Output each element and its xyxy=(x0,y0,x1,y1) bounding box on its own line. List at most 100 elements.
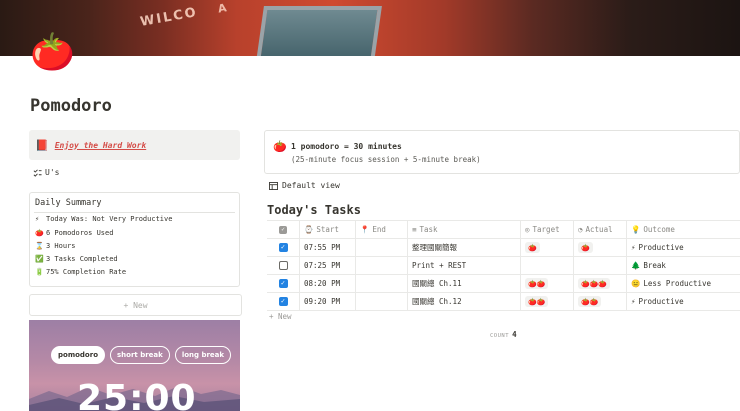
count-label: COUNT xyxy=(490,333,510,339)
actual-badge: 🍅 xyxy=(578,242,593,253)
start-time: 07:55 PM xyxy=(304,243,341,252)
actual-badge: 🍅🍅🍅 xyxy=(578,278,611,289)
target-cell[interactable] xyxy=(520,257,573,274)
actual-cell[interactable] xyxy=(573,257,626,274)
actual-cell[interactable]: 🍅🍅🍅 xyxy=(573,275,626,292)
actual-cell[interactable]: 🍅🍅 xyxy=(573,293,626,310)
target-cell[interactable]: 🍅🍅 xyxy=(520,275,573,292)
task-name: Print + REST xyxy=(412,261,467,270)
view-label: Default view xyxy=(282,181,340,190)
lightning-icon: ⚡ xyxy=(631,297,636,306)
task-cell[interactable]: 國關總 Ch.12 xyxy=(407,293,520,310)
end-cell[interactable] xyxy=(355,293,407,310)
table-row[interactable]: ✓ 09:20 PM 國關總 Ch.12 🍅🍅 🍅🍅 ⚡ Productive xyxy=(267,293,740,311)
us-link-label: U's xyxy=(45,168,60,177)
cover-screen xyxy=(256,6,382,56)
start-time: 07:25 PM xyxy=(304,261,341,270)
hourglass-icon: ⌛ xyxy=(35,242,44,250)
outcome-cell[interactable]: 😑 Less Productive xyxy=(626,275,740,292)
summary-text: 3 Hours xyxy=(46,242,76,250)
target-cell[interactable]: 🍅 xyxy=(520,239,573,256)
target-badge: 🍅 xyxy=(525,242,540,253)
tomato-icon: 🍅 xyxy=(35,229,44,237)
start-cell[interactable]: 09:20 PM xyxy=(299,293,355,310)
start-cell[interactable]: 07:25 PM xyxy=(299,257,355,274)
done-cell[interactable]: ✓ xyxy=(267,293,299,310)
start-time: 09:20 PM xyxy=(304,297,341,306)
summary-text: Today Was: Not Very Productive xyxy=(46,215,173,223)
view-tab-default[interactable]: Default view xyxy=(269,181,340,190)
summary-line: ✅ 3 Tasks Completed xyxy=(35,255,118,263)
page-title: Pomodoro xyxy=(30,96,112,116)
table-row[interactable]: ✓ 08:20 PM 國關總 Ch.11 🍅🍅 🍅🍅🍅 😑 Less Productive xyxy=(267,275,740,293)
start-cell[interactable]: 08:20 PM xyxy=(299,275,355,292)
timer-display: 25:00 xyxy=(77,378,197,411)
header-outcome[interactable]: 💡 Outcome xyxy=(626,221,740,238)
header-end[interactable]: 📍 End xyxy=(355,221,407,238)
summary-line: 🔋 75% Completion Rate xyxy=(35,268,126,276)
daily-summary-card[interactable]: Daily Summary ⚡ Today Was: Not Very Produ… xyxy=(29,192,240,287)
start-time: 08:20 PM xyxy=(304,279,341,288)
outcome-label: Productive xyxy=(638,297,684,306)
header-actual[interactable]: ◔ Actual xyxy=(573,221,626,238)
header-target[interactable]: ◎ Target xyxy=(520,221,573,238)
us-link[interactable]: U's xyxy=(33,168,59,177)
actual-cell[interactable]: 🍅 xyxy=(573,239,626,256)
checkmark-box-icon: ✅ xyxy=(35,255,44,263)
task-cell[interactable]: 國關總 Ch.11 xyxy=(407,275,520,292)
outcome-cell[interactable]: 🌲 Break xyxy=(626,257,740,274)
done-cell[interactable]: ✓ xyxy=(267,239,299,256)
end-cell[interactable] xyxy=(355,275,407,292)
done-checkbox[interactable]: ✓ xyxy=(278,297,288,306)
add-row-button[interactable]: + New xyxy=(269,312,292,321)
done-checkbox[interactable]: ✓ xyxy=(278,243,288,252)
done-checkbox[interactable]: ✓ xyxy=(278,279,288,288)
target-cell[interactable]: 🍅🍅 xyxy=(520,293,573,310)
done-checkbox[interactable] xyxy=(278,261,288,270)
end-cell[interactable] xyxy=(355,239,407,256)
start-cell[interactable]: 07:55 PM xyxy=(299,239,355,256)
header-task[interactable]: ≡ Task xyxy=(407,221,520,238)
callout-line-2: (25-minute focus session + 5-minute brea… xyxy=(291,155,481,164)
timer-mode-tabs: pomodoro short break long break xyxy=(51,346,232,364)
outcome-label: Break xyxy=(643,261,666,270)
table-icon xyxy=(269,181,278,190)
checkbox-header-icon: ✓ xyxy=(279,225,287,234)
task-cell[interactable]: Print + REST xyxy=(407,257,520,274)
summary-line: ⚡ Today Was: Not Very Productive xyxy=(35,215,172,223)
tab-short-break[interactable]: short break xyxy=(110,346,170,364)
callout-block: 🍅 1 pomodoro = 30 minutes (25-minute foc… xyxy=(264,130,740,174)
summary-text: 6 Pomodoros Used xyxy=(46,229,114,237)
tomato-icon[interactable]: 🍅 xyxy=(30,32,75,74)
quote-text: Enjoy the Hard Work xyxy=(54,140,147,150)
divider xyxy=(34,212,235,213)
tasks-title: Today's Tasks xyxy=(267,203,361,217)
task-name: 國關總 Ch.12 xyxy=(412,297,462,306)
summary-line: ⌛ 3 Hours xyxy=(35,242,76,250)
target-icon: ◎ xyxy=(525,225,530,234)
table-row[interactable]: ✓ 07:55 PM 整理國關簡報 🍅 🍅 ⚡ Productive xyxy=(267,239,740,257)
new-button[interactable]: + New xyxy=(29,294,242,316)
tab-long-break[interactable]: long break xyxy=(174,346,232,364)
lightning-icon: ⚡ xyxy=(631,243,636,252)
clock-icon: ⌚ xyxy=(304,225,314,234)
header-start[interactable]: ⌚ Start xyxy=(299,221,355,238)
quote-block: 📕 Enjoy the Hard Work xyxy=(29,130,240,160)
actual-badge: 🍅🍅 xyxy=(578,296,602,307)
summary-text: 75% Completion Rate xyxy=(46,268,127,276)
table-row[interactable]: 07:25 PM Print + REST 🌲 Break xyxy=(267,257,740,275)
header-label: Outcome xyxy=(643,225,675,234)
end-cell[interactable] xyxy=(355,257,407,274)
header-label: Task xyxy=(419,225,438,234)
tomato-icon: 🍅 xyxy=(273,140,287,153)
task-name: 整理國關簡報 xyxy=(412,243,457,252)
lightbulb-icon: 💡 xyxy=(631,225,641,234)
done-cell[interactable] xyxy=(267,257,299,274)
tab-pomodoro[interactable]: pomodoro xyxy=(51,346,106,364)
done-cell[interactable]: ✓ xyxy=(267,275,299,292)
outcome-cell[interactable]: ⚡ Productive xyxy=(626,239,740,256)
outcome-cell[interactable]: ⚡ Productive xyxy=(626,293,740,310)
pomodoro-timer-widget: pomodoro short break long break 25:00 xyxy=(29,320,240,411)
battery-icon: 🔋 xyxy=(35,268,44,276)
task-cell[interactable]: 整理國關簡報 xyxy=(407,239,520,256)
